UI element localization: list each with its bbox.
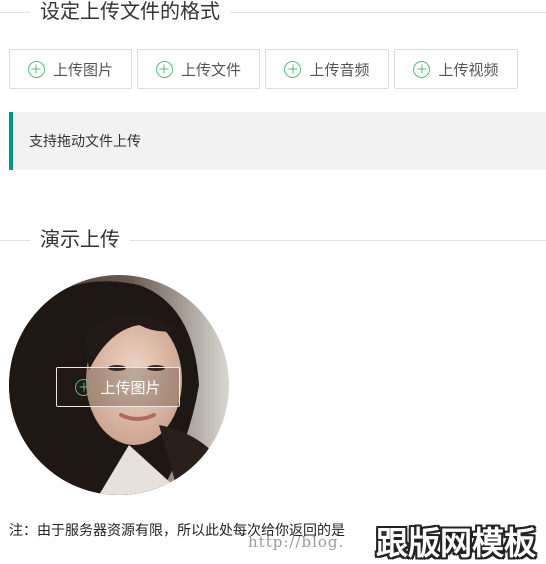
plus-circle-icon	[75, 378, 93, 396]
demo-section-title: 演示上传	[30, 226, 130, 252]
plus-circle-icon	[284, 60, 302, 78]
demo-upload-image-label: 上传图片	[100, 378, 161, 397]
plus-circle-icon	[155, 60, 173, 78]
upload-file-button[interactable]: 上传文件	[137, 49, 260, 89]
upload-image-button[interactable]: 上传图片	[9, 49, 132, 89]
demo-upload-image-button[interactable]: 上传图片	[56, 367, 180, 407]
watermark-brand: 跟版网模板	[376, 524, 537, 562]
plus-circle-icon	[27, 60, 45, 78]
drag-upload-notice-text: 支持拖动文件上传	[29, 134, 141, 150]
drag-upload-notice: 支持拖动文件上传	[9, 112, 546, 170]
plus-circle-icon	[413, 60, 431, 78]
demo-section-header: 演示上传	[0, 226, 546, 252]
upload-image-label: 上传图片	[52, 60, 113, 79]
upload-file-label: 上传文件	[180, 60, 241, 79]
format-section-title: 设定上传文件的格式	[30, 0, 230, 24]
watermark-url: http://blog.	[248, 533, 345, 551]
upload-video-label: 上传视频	[438, 60, 499, 79]
upload-audio-button[interactable]: 上传音频	[265, 49, 389, 89]
upload-audio-label: 上传音频	[309, 60, 370, 79]
format-section-header: 设定上传文件的格式	[0, 0, 546, 24]
upload-video-button[interactable]: 上传视频	[394, 49, 518, 89]
